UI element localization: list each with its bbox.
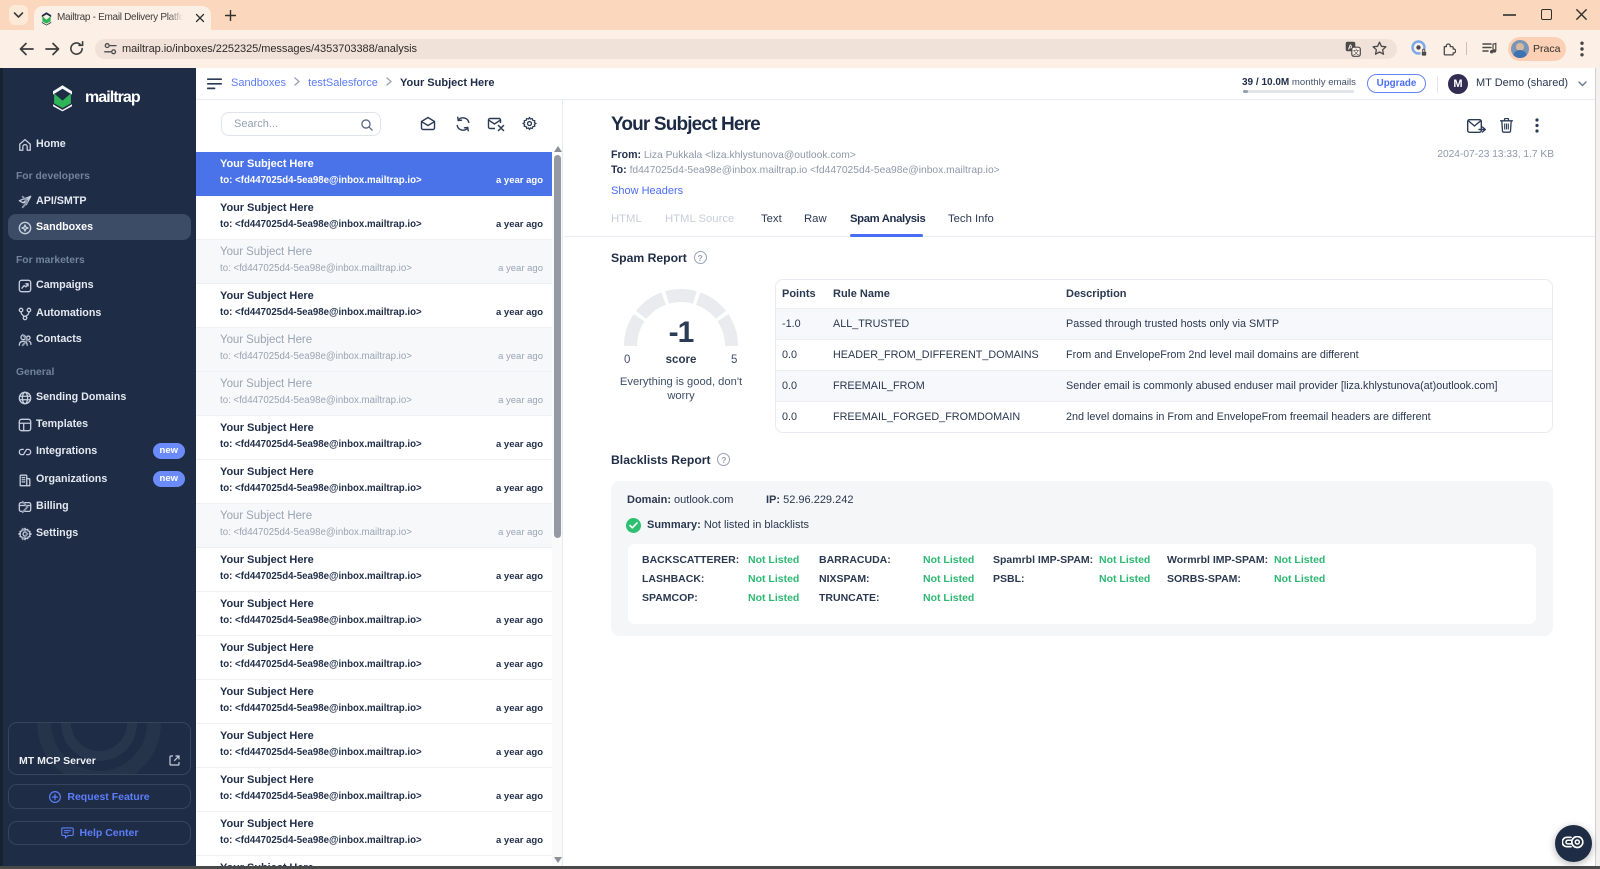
svg-text:文: 文 xyxy=(1353,47,1360,56)
